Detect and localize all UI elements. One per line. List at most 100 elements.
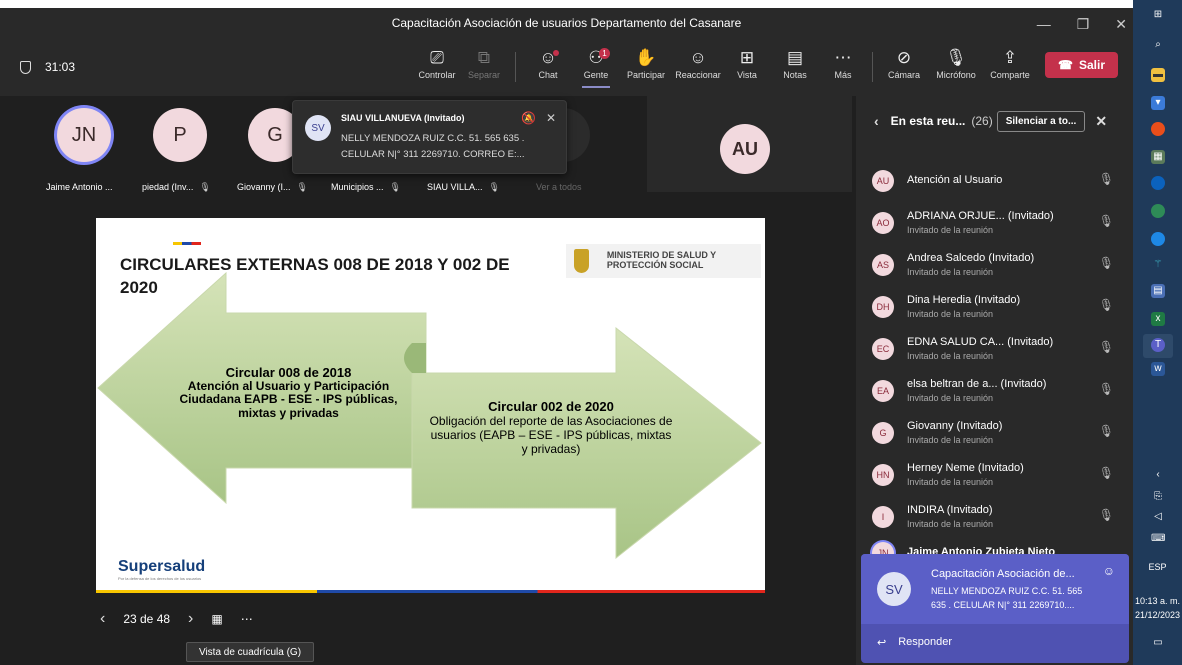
- camera-button[interactable]: ⊘ Cámara: [880, 46, 928, 80]
- participant-avatar: HN: [872, 464, 894, 486]
- microphone-button[interactable]: 🎙 Micrófono: [932, 46, 980, 80]
- circular-008-title: Circular 008 de 2018: [225, 365, 352, 380]
- keyboard-icon[interactable]: ⌨: [1151, 532, 1165, 546]
- participant-row[interactable]: HN Herney Neme (Invitado) Invitado de la…: [872, 456, 1122, 496]
- maximize-button[interactable]: ❐: [1077, 16, 1090, 33]
- circular-008-text: Circular 008 de 2018 Atención al Usuario…: [166, 365, 411, 420]
- react-button[interactable]: ☺ Reaccionar: [674, 46, 722, 80]
- pop-out-label: Separar: [467, 70, 501, 80]
- mic-off-icon: 🎙: [945, 48, 967, 67]
- close-icon[interactable]: ✕: [546, 111, 556, 125]
- grid-view-icon[interactable]: ▦: [211, 612, 222, 626]
- tile-label: Municipios ... 🎙: [331, 182, 401, 192]
- control-label: Controlar: [418, 70, 456, 80]
- leave-button[interactable]: ☎ Salir: [1045, 52, 1118, 78]
- participant-name: EDNA SALUD CA... (Invitado): [907, 336, 1054, 348]
- participant-row[interactable]: AO ADRIANA ORJUE... (Invitado) Invitado …: [872, 204, 1122, 244]
- more-options-icon[interactable]: ⋯: [241, 612, 253, 626]
- participant-row[interactable]: G Giovanny (Invitado) Invitado de la reu…: [872, 414, 1122, 454]
- toolbar-divider: [515, 52, 516, 82]
- people-button[interactable]: ⚇ 1 Gente: [572, 46, 620, 88]
- participant-row[interactable]: EC EDNA SALUD CA... (Invitado) Invitado …: [872, 330, 1122, 370]
- chat-notification[interactable]: SV SIAU VILLANUEVA (Invitado) NELLY MEND…: [292, 100, 567, 174]
- participant-avatar: AS: [872, 254, 894, 276]
- network-icon[interactable]: ⎘: [1151, 490, 1165, 504]
- file-explorer-icon[interactable]: ▬: [1151, 68, 1165, 82]
- reply-button[interactable]: ↩ Responder: [877, 636, 952, 649]
- teams-icon[interactable]: T: [1151, 338, 1165, 352]
- participant-row[interactable]: DH Dina Heredia (Invitado) Invitado de l…: [872, 288, 1122, 328]
- close-window-button[interactable]: ✕: [1115, 16, 1127, 33]
- tile-label: Jaime Antonio ...: [46, 182, 113, 192]
- chat-popup[interactable]: SV Capacitación Asociación de... NELLY M…: [861, 554, 1129, 663]
- app-icon[interactable]: ▾: [1151, 96, 1165, 110]
- reply-label: Responder: [898, 636, 953, 648]
- app-icon[interactable]: [1151, 176, 1165, 190]
- participant-name: Atención al Usuario: [907, 174, 1003, 186]
- browser-icon[interactable]: [1151, 122, 1165, 136]
- participant-count: (26): [971, 114, 993, 128]
- pop-out-icon: ⧉: [477, 48, 491, 67]
- control-button[interactable]: ⎚ Controlar: [413, 46, 461, 80]
- circular-008-body: Atención al Usuario y Participación Ciud…: [179, 379, 398, 420]
- clock-date[interactable]: 21/12/2023: [1133, 610, 1182, 620]
- featured-avatar: AU: [720, 124, 770, 174]
- excel-icon[interactable]: x: [1151, 312, 1165, 326]
- previous-slide-icon[interactable]: ‹: [100, 610, 105, 628]
- featured-participant-tile[interactable]: AU: [647, 96, 852, 192]
- app-icon[interactable]: ▤: [1151, 284, 1165, 298]
- view-button[interactable]: ⊞ Vista: [723, 46, 771, 80]
- participant-avatar: EC: [872, 338, 894, 360]
- chrome-icon[interactable]: [1151, 204, 1165, 218]
- windows-taskbar: ⊞ ⌕ ▬ ▾ ▦ ⚚ ▤ x T w ‹ ⎘ ◁ ⌨ ESP 10:13 a.…: [1133, 0, 1182, 665]
- participant-row[interactable]: AU Atención al Usuario 🎙: [872, 162, 1122, 202]
- participant-name: ADRIANA ORJUE... (Invitado): [907, 210, 1054, 222]
- reply-icon: ↩: [877, 637, 887, 649]
- participant-avatar: DH: [872, 296, 894, 318]
- participant-row[interactable]: I INDIRA (Invitado) Invitado de la reuni…: [872, 498, 1122, 538]
- participant-name: INDIRA (Invitado): [907, 504, 993, 516]
- clock-time[interactable]: 10:13 a. m.: [1133, 596, 1182, 606]
- meeting-toolbar: 31:03 ⎚ Controlar ⧉ Separar ☺ Chat ⚇ 1 G…: [0, 38, 1133, 96]
- raise-hand-button[interactable]: ✋ Participar: [622, 46, 670, 80]
- react-label: Reaccionar: [675, 70, 721, 80]
- participant-role: Invitado de la reunión: [907, 435, 994, 445]
- see-all-link[interactable]: Ver a todos: [536, 182, 582, 192]
- participant-row[interactable]: AS Andrea Salcedo (Invitado) Invitado de…: [872, 246, 1122, 286]
- minimize-button[interactable]: —: [1037, 16, 1051, 33]
- participant-avatar: EA: [872, 380, 894, 402]
- back-icon[interactable]: ‹: [874, 113, 879, 129]
- view-label: Vista: [737, 70, 757, 80]
- more-button[interactable]: ⋯ Más: [819, 46, 867, 80]
- notifications-icon[interactable]: ▭: [1151, 636, 1165, 650]
- share-button[interactable]: ⇪ Comparte: [986, 46, 1034, 80]
- participant-avatar[interactable]: JN: [57, 108, 111, 162]
- notes-button[interactable]: ▤ Notas: [771, 46, 819, 80]
- language-indicator[interactable]: ESP: [1133, 562, 1182, 572]
- grid-view-tooltip: Vista de cuadrícula (G): [186, 642, 314, 662]
- panel-header: ‹ En esta reu... (26) Silenciar a to... …: [856, 96, 1133, 146]
- search-icon[interactable]: ⌕: [1151, 38, 1165, 52]
- participant-avatar: I: [872, 506, 894, 528]
- flag-bar: [96, 590, 765, 593]
- edge-icon[interactable]: [1151, 232, 1165, 246]
- chat-button[interactable]: ☺ Chat: [524, 46, 572, 80]
- close-icon[interactable]: ✕: [1095, 113, 1107, 130]
- pop-out-button[interactable]: ⧉ Separar: [460, 46, 508, 80]
- slide-navigation: ‹ 23 de 48 › ▦ ⋯: [100, 610, 253, 628]
- mute-notification-icon[interactable]: 🔕: [521, 111, 536, 125]
- volume-muted-icon[interactable]: ◁: [1151, 510, 1165, 524]
- participant-role: Invitado de la reunión: [907, 225, 994, 235]
- tile-label: piedad (Inv... 🎙: [142, 182, 211, 192]
- chevron-left-icon[interactable]: ‹: [1151, 468, 1165, 482]
- next-slide-icon[interactable]: ›: [188, 610, 193, 628]
- word-icon[interactable]: w: [1151, 362, 1165, 376]
- app-icon[interactable]: ⚚: [1151, 258, 1165, 272]
- participant-row[interactable]: EA elsa beltran de a... (Invitado) Invit…: [872, 372, 1122, 412]
- windows-start-icon[interactable]: ⊞: [1151, 8, 1165, 22]
- participant-name: Herney Neme (Invitado): [907, 462, 1024, 474]
- window-title: Capacitación Asociación de usuarios Depa…: [391, 16, 742, 30]
- app-icon[interactable]: ▦: [1151, 150, 1165, 164]
- mute-all-button[interactable]: Silenciar a to...: [996, 110, 1086, 132]
- participant-avatar[interactable]: P: [153, 108, 207, 162]
